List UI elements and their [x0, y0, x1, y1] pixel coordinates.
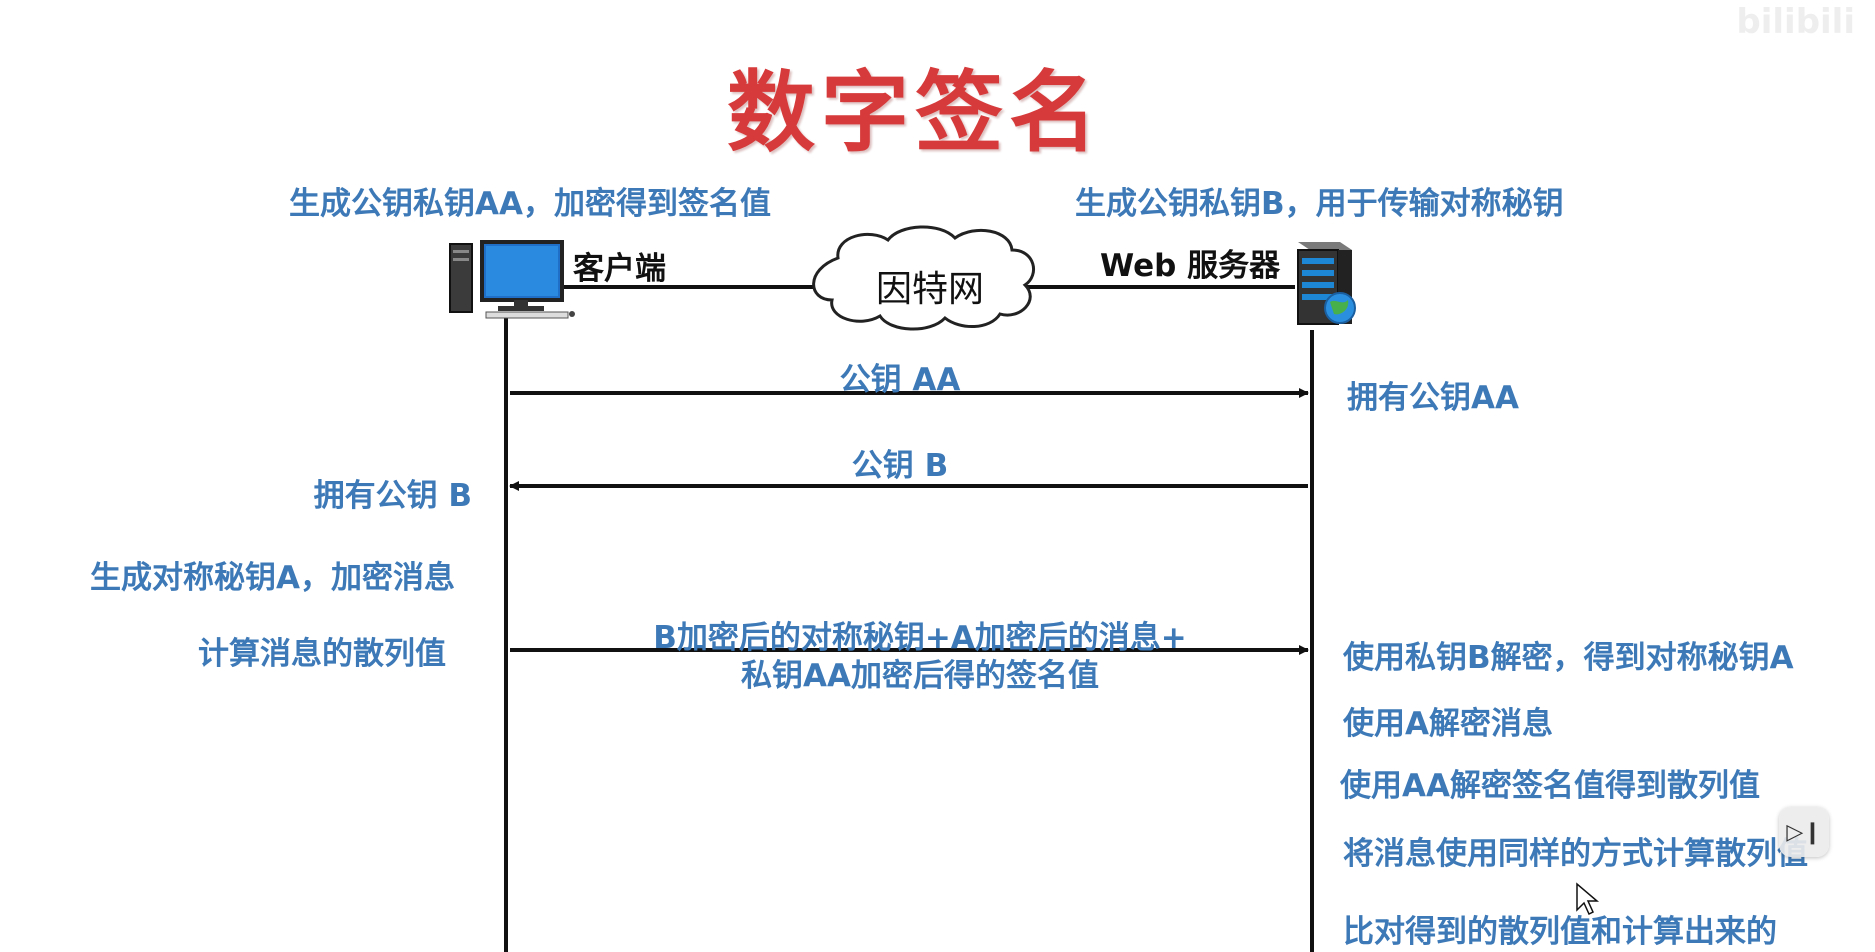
server-note-1: 拥有公钥AA — [1347, 380, 1519, 416]
play-pause-icon: ▷❙ — [1786, 819, 1822, 845]
server-icon — [1297, 242, 1356, 325]
internet-label: 因特网 — [875, 269, 984, 310]
computer-icon — [449, 240, 575, 319]
player-control-button[interactable]: ▷❙ — [1779, 807, 1829, 857]
client-note-2: 生成对称秘钥A，加密消息 — [90, 560, 455, 596]
message-label-3b: 私钥AA加密后得的签名值 — [741, 658, 1099, 694]
message-label-2: 公钥 B — [851, 448, 949, 484]
server-note-4: 使用AA解密签名值得到散列值 — [1340, 768, 1760, 804]
server-note-2: 使用私钥B解密，得到对称秘钥A — [1343, 640, 1794, 676]
server-note-5: 将消息使用同样的方式计算散列值 — [1343, 836, 1808, 872]
server-note-3: 使用A解密消息 — [1343, 706, 1553, 742]
client-label: 客户端 — [573, 251, 666, 287]
client-note-3: 计算消息的散列值 — [198, 636, 446, 672]
server-label: Web 服务器 — [1100, 248, 1281, 284]
server-note-6: 比对得到的散列值和计算出来的 — [1343, 914, 1777, 950]
message-label-1: 公钥 AA — [839, 362, 961, 398]
client-note-1: 拥有公钥 B — [313, 478, 472, 514]
